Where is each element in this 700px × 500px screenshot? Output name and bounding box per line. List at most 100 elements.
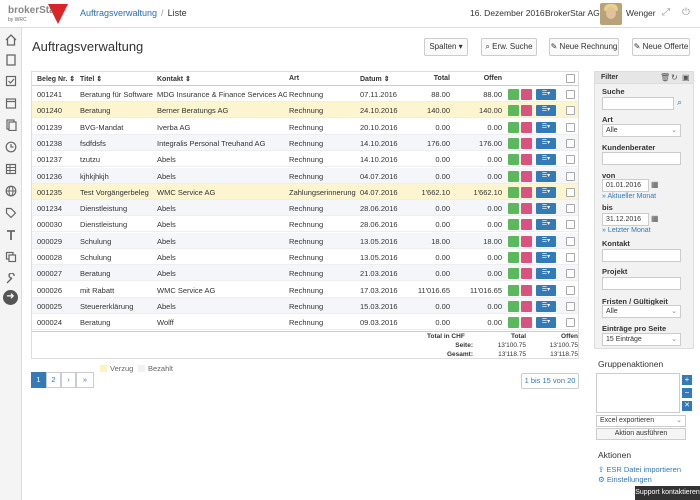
trash-icon[interactable]: 🗑 [660, 73, 670, 82]
row-document-button[interactable] [508, 137, 519, 149]
user-avatar[interactable] [600, 3, 622, 25]
row-pdf-button[interactable] [521, 121, 532, 133]
row-menu-button[interactable]: ☰▾ [536, 186, 556, 198]
tag-icon[interactable] [5, 207, 17, 219]
columns-button[interactable]: Spalten ▾ [424, 38, 468, 56]
user-name[interactable]: Wenger [626, 8, 656, 18]
search-input[interactable] [602, 97, 674, 110]
last-page-button[interactable]: » [76, 372, 94, 388]
run-action-button[interactable]: Aktion ausführen [596, 428, 686, 440]
row-menu-button[interactable]: ☰▾ [536, 317, 556, 329]
table-row[interactable]: 000026 mit Rabatt WMC Service AG Rechnung 17… [32, 282, 578, 298]
row-pdf-button[interactable] [521, 284, 532, 296]
row-menu-button[interactable]: ☰▾ [536, 284, 556, 296]
select-all-checkbox[interactable] [566, 74, 575, 83]
row-menu-button[interactable]: ☰▾ [536, 154, 556, 166]
art-select[interactable]: Alle ⌄ [602, 124, 681, 137]
row-document-button[interactable] [508, 252, 519, 263]
row-document-button[interactable] [508, 284, 519, 296]
row-checkbox[interactable] [566, 236, 575, 246]
fristen-select[interactable]: Alle ⌄ [602, 305, 681, 318]
row-document-button[interactable] [508, 105, 519, 117]
row-checkbox[interactable] [566, 269, 575, 279]
col-datum[interactable]: Datum ⇕ [360, 75, 390, 83]
close-icon[interactable]: ✕ [682, 401, 692, 411]
table-row[interactable]: 001234 Dienstleistung Abels Rechnung 28.06.2… [32, 200, 578, 217]
table-row[interactable]: 001241 Beratung für Software MDG Insurance… [32, 86, 578, 102]
page-1-button[interactable]: 1 [31, 372, 46, 388]
table-icon[interactable] [5, 163, 17, 175]
entries-per-page-select[interactable]: 15 Einträge ⌄ [602, 333, 681, 346]
row-checkbox[interactable] [566, 204, 575, 214]
new-offer-button[interactable]: ✎ Neue Offerte [632, 38, 690, 56]
document-icon[interactable] [5, 54, 17, 66]
kontakt-input[interactable] [602, 249, 681, 262]
kundenberater-input[interactable] [602, 152, 681, 165]
table-row[interactable]: 000030 Dienstleistung Abels Rechnung 28.06.2… [32, 216, 578, 233]
col-beleg-nr[interactable]: Beleg Nr. ⇕ [37, 75, 75, 83]
row-checkbox[interactable] [566, 187, 575, 197]
row-document-button[interactable] [508, 186, 519, 198]
row-pdf-button[interactable] [521, 89, 532, 100]
row-pdf-button[interactable] [521, 170, 532, 182]
row-pdf-button[interactable] [521, 252, 532, 263]
row-checkbox[interactable] [566, 155, 575, 165]
row-document-button[interactable] [508, 89, 519, 100]
projekt-input[interactable] [602, 277, 681, 290]
calendar-icon[interactable]: ▦ [651, 214, 659, 223]
checklist-icon[interactable] [5, 75, 17, 87]
table-row[interactable]: 000027 Beratung Abels Rechnung 21.03.2016 0.0… [32, 265, 578, 282]
wrench-icon[interactable] [5, 272, 17, 285]
current-month-link[interactable]: » Aktueller Monat [602, 193, 656, 200]
row-checkbox[interactable] [566, 285, 575, 295]
contact-support-button[interactable]: Support kontaktieren [635, 486, 700, 500]
row-pdf-button[interactable] [521, 317, 532, 329]
clock-icon[interactable] [5, 141, 17, 153]
row-document-button[interactable] [508, 317, 519, 329]
table-row[interactable]: 001239 BVG-Mandat Iverba AG Rechnung 20.10.2… [32, 119, 578, 135]
row-pdf-button[interactable] [521, 203, 532, 215]
search-icon[interactable]: ⌕ [677, 97, 682, 108]
next-page-button[interactable]: › [61, 372, 76, 388]
save-icon[interactable]: ▣ [682, 73, 690, 82]
company-name[interactable]: BrokerStar AG [545, 8, 600, 18]
last-month-link[interactable]: » Letzter Monat [602, 227, 651, 234]
row-pdf-button[interactable] [521, 268, 532, 280]
table-row[interactable]: 000028 Schulung Abels Rechnung 13.05.2016 0.0… [32, 249, 578, 265]
calendar-icon[interactable]: ▦ [651, 180, 659, 189]
row-pdf-button[interactable] [521, 186, 532, 198]
row-pdf-button[interactable] [521, 154, 532, 166]
table-row[interactable]: 000024 Beratung Wolff Rechnung 09.03.2016 0.0… [32, 314, 578, 331]
row-document-button[interactable] [508, 268, 519, 280]
row-pdf-button[interactable] [521, 105, 532, 117]
row-checkbox[interactable] [566, 171, 575, 181]
table-row[interactable]: 000029 Schulung Abels Rechnung 13.05.2016 18.… [32, 232, 578, 249]
table-row[interactable]: 001235 Test Vorgängerbeleg WMC Service AG Z… [32, 183, 578, 200]
row-checkbox[interactable] [566, 122, 575, 132]
expand-nav-arrow-icon[interactable]: ➜ [3, 290, 18, 305]
row-document-button[interactable] [508, 203, 519, 215]
esr-import-link[interactable]: ⇪ ESR Datei importieren [598, 465, 681, 474]
row-menu-button[interactable]: ☰▾ [536, 137, 556, 149]
files-icon[interactable] [5, 119, 17, 132]
row-document-button[interactable] [508, 170, 519, 182]
table-row[interactable]: 001240 Beratung Berner Beratungs AG Rechnun… [32, 102, 578, 119]
row-menu-button[interactable]: ☰▾ [536, 89, 556, 100]
home-icon[interactable] [5, 34, 17, 46]
row-menu-button[interactable]: ☰▾ [536, 203, 556, 215]
table-row[interactable]: 001236 kjhkjhkjh Abels Rechnung 04.07.2016 0.… [32, 167, 578, 184]
fullscreen-icon[interactable]: ⤢ [662, 7, 670, 18]
group-actions-list[interactable] [596, 373, 680, 413]
table-row[interactable]: 001237 tzutzu Abels Rechnung 14.10.2016 0.00 0… [32, 151, 578, 168]
row-menu-button[interactable]: ☰▾ [536, 170, 556, 182]
text-icon[interactable] [5, 229, 17, 241]
add-icon[interactable]: + [682, 375, 692, 385]
row-menu-button[interactable]: ☰▾ [536, 121, 556, 133]
bis-date-input[interactable]: 31.12.2016 [602, 213, 649, 226]
row-menu-button[interactable]: ☰▾ [536, 300, 556, 312]
breadcrumb-parent-link[interactable]: Auftragsverwaltung [80, 8, 157, 18]
refresh-icon[interactable]: ↻ [671, 73, 678, 82]
row-checkbox[interactable] [566, 220, 575, 230]
row-menu-button[interactable]: ☰▾ [536, 252, 556, 263]
page-2-button[interactable]: 2 [46, 372, 61, 388]
